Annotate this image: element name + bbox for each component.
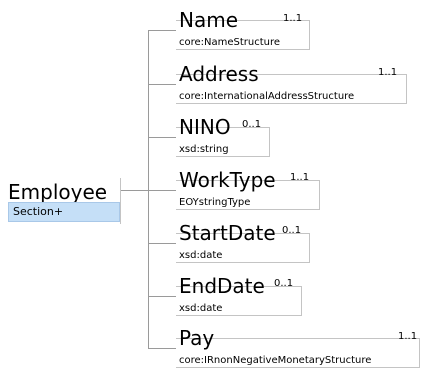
root-element-name[interactable]: Employee [8,180,107,204]
connector-enddate [148,296,176,297]
element-type: xsd:date [179,250,223,261]
element-cardinality: 1..1 [378,67,398,78]
element-name: Name [179,8,239,32]
schema-diagram: Employee Section+ Name core:NameStructur… [0,0,422,369]
element-name: NINO [179,115,231,139]
element-node-address[interactable]: Address core:InternationalAddressStructu… [176,62,407,106]
connector-worktype [148,190,176,191]
element-cardinality: 1..1 [290,172,310,183]
connector-pay [148,348,176,349]
element-name: Address [179,62,259,86]
element-node-enddate[interactable]: EndDate xsd:date 0..1 [176,274,302,318]
element-cardinality: 0..1 [274,278,294,289]
element-cardinality: 0..1 [242,119,262,130]
element-type: core:NameStructure [179,37,281,48]
element-cardinality: 1..1 [398,331,418,342]
element-node-startdate[interactable]: StartDate xsd:date 0..1 [176,221,310,265]
element-node-pay[interactable]: Pay core:IRnonNegativeMonetaryStructure … [176,326,420,369]
element-node-nino[interactable]: NINO xsd:string 0..1 [176,115,270,159]
element-node-worktype[interactable]: WorkType EOYstringType 1..1 [176,168,320,212]
connector-address [148,84,176,85]
connector-startdate [148,243,176,244]
element-name: EndDate [179,274,265,298]
element-type: xsd:string [179,144,229,155]
element-cardinality: 1..1 [283,13,303,24]
element-name: Pay [179,326,215,350]
element-name: StartDate [179,221,276,245]
element-type: core:InternationalAddressStructure [179,91,355,102]
connector-name [148,30,176,31]
element-cardinality: 0..1 [282,225,302,236]
element-name: WorkType [179,168,276,192]
connector-root [120,190,148,191]
connector-nino [148,137,176,138]
element-type: EOYstringType [179,197,251,208]
connector-trunk [148,30,149,348]
element-type: core:IRnonNegativeMonetaryStructure [179,355,372,366]
element-node-name[interactable]: Name core:NameStructure 1..1 [176,8,310,52]
element-type: xsd:date [179,303,223,314]
root-element-frame [120,178,121,224]
root-element-type[interactable]: Section+ [8,202,120,222]
